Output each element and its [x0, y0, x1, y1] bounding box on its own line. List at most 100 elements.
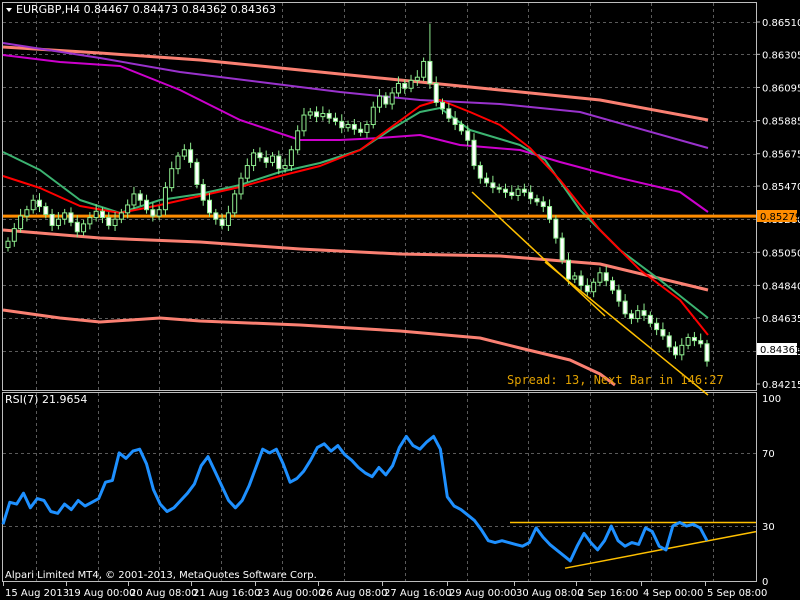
- price-tick-label: 0.85885: [762, 117, 800, 128]
- candle-body: [11, 228, 17, 242]
- candle-body: [162, 187, 168, 211]
- price-header: EURGBP,H4 0.84467 0.84473 0.84362 0.8436…: [16, 3, 276, 16]
- time-tick-label: 30 Aug 08:00: [516, 588, 583, 599]
- level-price-label: 0.85279: [760, 212, 800, 223]
- candle-body: [93, 210, 99, 219]
- candle-body: [635, 310, 641, 320]
- candle-body: [320, 112, 326, 118]
- candle-body: [49, 213, 55, 226]
- candle-body: [610, 280, 616, 291]
- candle-body: [515, 188, 521, 197]
- candle-body: [62, 212, 68, 220]
- candle-body: [597, 272, 603, 283]
- candle-body: [276, 155, 282, 170]
- candle-body: [194, 161, 200, 185]
- price-tick-label: 0.86095: [762, 83, 800, 94]
- candle-body: [540, 201, 546, 208]
- candle-body: [5, 240, 11, 249]
- candle-body: [81, 223, 87, 233]
- rsi-tick-label: 100: [762, 394, 781, 405]
- price-tick-label: 0.85050: [762, 248, 800, 259]
- candle-body: [666, 335, 672, 348]
- candle-body: [207, 199, 213, 214]
- candle-body: [314, 111, 320, 118]
- candle-body: [502, 188, 508, 193]
- time-tick-label: 15 Aug 2013: [5, 588, 69, 599]
- candle-body: [691, 336, 697, 342]
- candle-body: [616, 289, 622, 302]
- candle-body: [679, 344, 685, 356]
- candle-body: [660, 329, 666, 337]
- candle-body: [572, 275, 578, 280]
- candle-body: [427, 60, 433, 85]
- candle-body: [452, 117, 458, 126]
- rsi-tick-label: 70: [762, 449, 775, 460]
- candle-body: [603, 272, 609, 282]
- candle-body: [188, 149, 194, 163]
- candle-body: [55, 218, 61, 226]
- candle-body: [238, 177, 244, 195]
- candle-body: [471, 139, 477, 167]
- candle-body: [125, 204, 131, 214]
- candle-body: [156, 209, 162, 217]
- candle-body: [263, 157, 269, 163]
- candle-body: [351, 124, 357, 130]
- candle-body: [269, 155, 275, 163]
- candle-body: [477, 165, 483, 179]
- time-tick-label: 4 Sep 00:00: [643, 588, 703, 599]
- time-tick-label: 2 Sep 16:00: [578, 588, 638, 599]
- candle-body: [169, 168, 175, 189]
- price-tick-label: 0.86305: [762, 50, 800, 61]
- candle-body: [68, 212, 74, 223]
- candle-body: [704, 343, 710, 362]
- candle-body: [578, 275, 584, 286]
- candle-body: [112, 218, 118, 226]
- candle-body: [87, 217, 93, 225]
- current-price-label: 0.84363: [760, 345, 800, 356]
- candle-body: [496, 187, 502, 190]
- candle-body: [74, 221, 80, 233]
- candle-body: [565, 259, 571, 280]
- candle-body: [118, 212, 124, 220]
- candle-body: [484, 177, 490, 184]
- price-tick-label: 0.85470: [762, 182, 800, 193]
- candle-body: [24, 209, 30, 217]
- candle-body: [534, 198, 540, 203]
- candle-body: [345, 124, 351, 129]
- candle-body: [301, 114, 307, 132]
- candle-body: [131, 193, 137, 206]
- candle-body: [150, 209, 156, 217]
- time-tick-label: 5 Sep 08:00: [707, 588, 767, 599]
- candle-body: [232, 193, 238, 214]
- chart-canvas[interactable]: 0.86510 0.86305 0.86095 0.85885 0.85675 0.854…: [0, 0, 800, 600]
- candle-body: [257, 152, 263, 159]
- candle-body: [584, 284, 590, 293]
- candle-body: [389, 92, 395, 105]
- candle-body: [458, 124, 464, 132]
- price-tick-label: 0.84840: [762, 281, 800, 292]
- price-tick-label: 0.86510: [762, 18, 800, 29]
- candle-body: [698, 340, 704, 345]
- candle-body: [251, 152, 257, 167]
- candle-body: [200, 183, 206, 201]
- copyright-text: Alpari Limited MT4, © 2001-2013, MetaQuo…: [5, 570, 317, 581]
- time-tick-label: 19 Aug 00:00: [68, 588, 135, 599]
- time-tick-label: 27 Aug 16:00: [384, 588, 451, 599]
- rsi-tick-label: 0: [762, 577, 768, 588]
- candle-body: [358, 128, 364, 133]
- candle-body: [295, 130, 301, 151]
- candle-body: [395, 83, 401, 94]
- candle-body: [339, 120, 345, 129]
- candle-body: [591, 281, 597, 293]
- candle-body: [654, 322, 660, 331]
- candle-body: [30, 199, 36, 211]
- candle-body: [408, 79, 414, 89]
- candle-body: [307, 111, 313, 116]
- candle-body: [137, 193, 143, 201]
- candle-body: [685, 336, 691, 346]
- candle-body: [364, 124, 370, 133]
- candle-body: [106, 217, 112, 226]
- candle-body: [213, 212, 219, 220]
- candle-body: [99, 210, 105, 219]
- candle-body: [490, 182, 496, 189]
